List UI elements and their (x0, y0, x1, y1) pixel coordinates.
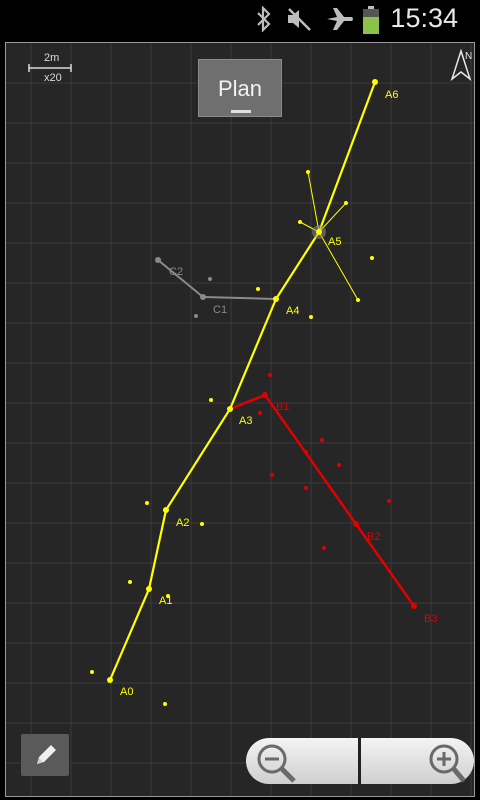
station-c1[interactable] (200, 294, 206, 300)
scale-zoom: x20 (44, 72, 62, 84)
mute-icon (288, 8, 311, 31)
zoom-in-icon (429, 744, 466, 783)
compass-north-label: N (465, 51, 472, 62)
zoom-out-icon (257, 744, 296, 783)
station-a5[interactable] (316, 229, 322, 235)
station-a6[interactable] (372, 79, 378, 85)
label-c1: C1 (213, 304, 227, 316)
station-b2[interactable] (353, 521, 359, 527)
plan-button-indicator (231, 110, 251, 113)
label-a4: A4 (286, 305, 299, 317)
bluetooth-icon (257, 6, 271, 32)
zoom-out-button[interactable] (246, 738, 360, 784)
station-a2[interactable] (163, 507, 169, 513)
airplane-icon (327, 8, 353, 30)
edit-button[interactable] (21, 734, 69, 776)
label-b2: B2 (367, 531, 380, 543)
compass-north-icon[interactable]: N (450, 48, 472, 82)
clock: 15:34 (390, 3, 458, 33)
label-a3: A3 (239, 415, 252, 427)
pencil-icon (37, 745, 56, 764)
scale-bar (28, 64, 72, 72)
zoom-controls (246, 738, 474, 784)
series-b: B1 B2 B3 (229, 373, 437, 625)
label-b3: B3 (424, 613, 437, 625)
station-a3[interactable] (227, 406, 233, 412)
series-a: A0 A1 A2 A3 A4 A5 A6 (90, 79, 398, 706)
plan-button[interactable]: Plan (198, 59, 282, 117)
label-a0: A0 (120, 686, 133, 698)
zoom-in-button[interactable] (360, 738, 474, 784)
station-b1[interactable] (262, 392, 268, 398)
plan-canvas[interactable]: C2 C1 B1 B2 B3 A0 A1 A2 A3 A4 A5 A6 N (6, 43, 475, 797)
label-a5: A5 (328, 236, 341, 248)
label-a1: A1 (159, 595, 172, 607)
zoom-separator (358, 738, 361, 784)
station-a1[interactable] (146, 586, 152, 592)
station-b3[interactable] (411, 603, 417, 609)
station-a4[interactable] (273, 296, 279, 302)
scale-distance: 2m (44, 52, 60, 64)
status-bar: 15:34 (0, 0, 480, 38)
plan-button-label: Plan (217, 76, 263, 101)
station-c2[interactable] (155, 257, 161, 263)
label-a6: A6 (385, 89, 398, 101)
label-c2: C2 (169, 266, 183, 278)
scale-indicator: 2m x20 (28, 52, 74, 86)
label-b1: B1 (276, 401, 289, 413)
label-a2: A2 (176, 517, 189, 529)
station-a0[interactable] (107, 677, 113, 683)
battery-icon (363, 6, 379, 34)
plan-map[interactable]: C2 C1 B1 B2 B3 A0 A1 A2 A3 A4 A5 A6 N (5, 42, 475, 797)
